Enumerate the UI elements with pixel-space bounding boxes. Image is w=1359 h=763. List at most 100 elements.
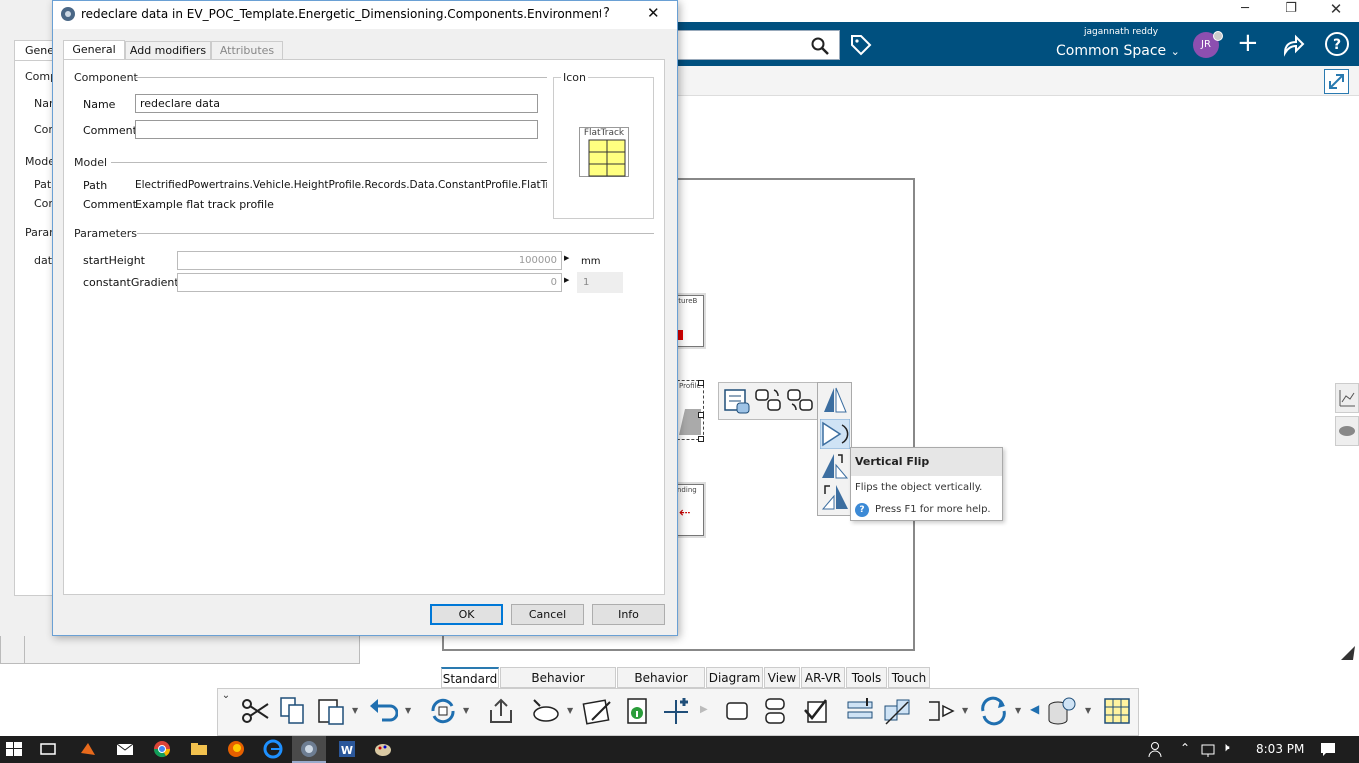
toolbar-tab-behavior-authoring[interactable]: Behavior Authoring — [500, 667, 616, 705]
sync-icon[interactable] — [978, 696, 1008, 726]
name-field[interactable]: redeclare data — [135, 94, 538, 113]
space-label: Common Space — [1056, 43, 1167, 59]
reconnect-icon[interactable] — [786, 386, 816, 416]
align-icon[interactable] — [882, 696, 912, 726]
toolbar-tab-view[interactable]: View — [764, 667, 800, 688]
horizontal-flip-icon[interactable] — [820, 451, 850, 481]
toolbar-tab-touch[interactable]: Touch — [888, 667, 930, 688]
info-button[interactable]: Info — [592, 604, 665, 625]
collapse-toolbar-icon[interactable]: ⌄ — [219, 690, 233, 734]
update-dropdown-icon[interactable]: ▼ — [463, 706, 469, 715]
tray-expand-icon[interactable]: ⌃ — [1180, 741, 1190, 755]
start-height-input[interactable]: 100000 — [177, 251, 562, 270]
matlab-icon[interactable] — [78, 739, 98, 759]
3dexperience-icon[interactable] — [299, 739, 319, 759]
divider — [24, 636, 25, 664]
properties-icon[interactable] — [722, 386, 752, 416]
database-icon[interactable] — [1046, 696, 1076, 726]
update-icon[interactable] — [428, 696, 458, 726]
constant-gradient-input[interactable]: 0 — [177, 273, 562, 292]
sync-dropdown-icon[interactable]: ▼ — [1015, 706, 1021, 715]
maximize-icon[interactable]: ❐ — [1281, 1, 1301, 16]
ok-button[interactable]: OK — [430, 604, 503, 625]
close-button[interactable]: ✕ — [647, 4, 660, 22]
help-icon[interactable]: ? — [1324, 31, 1350, 57]
bg-label: Mode — [25, 155, 55, 168]
network-icon[interactable] — [1199, 739, 1219, 759]
toolbar-tab-ar-vr[interactable]: AR-VR — [801, 667, 845, 688]
export-icon[interactable] — [486, 696, 516, 726]
previous-arrow-icon[interactable]: ◀ — [1030, 702, 1039, 716]
word-icon[interactable]: W — [337, 739, 357, 759]
toolbar-tab-diagram[interactable]: Diagram — [706, 667, 763, 688]
minimize-icon[interactable]: ─ — [1235, 1, 1255, 16]
comment-field[interactable] — [135, 120, 538, 139]
copy-icon[interactable] — [278, 696, 308, 726]
action-center-icon[interactable] — [1318, 739, 1338, 759]
start-height-unit: mm — [581, 256, 601, 267]
close-app-icon[interactable]: ✕ — [1326, 0, 1346, 18]
paint-icon[interactable] — [373, 739, 393, 759]
divider — [137, 233, 654, 234]
more-arrow-icon[interactable]: ▶ — [700, 704, 708, 715]
paste-icon[interactable] — [316, 696, 346, 726]
undo-icon[interactable] — [368, 696, 398, 726]
file-explorer-icon[interactable] — [189, 739, 209, 759]
info-document-icon[interactable] — [623, 696, 653, 726]
help-button[interactable]: ? — [603, 6, 610, 21]
comment-panel-icon[interactable] — [1335, 416, 1359, 446]
paste-dropdown-icon[interactable]: ▼ — [352, 706, 358, 715]
behavior-tool-icon[interactable] — [530, 696, 560, 726]
toolbar-tab-standard[interactable]: Standard — [441, 667, 499, 688]
param-menu-arrow-icon[interactable]: ▶ — [564, 254, 569, 262]
simulation-dropdown-icon[interactable]: ▼ — [962, 706, 968, 715]
space-selector[interactable]: Common Space ⌄ — [1056, 43, 1180, 59]
rectangle-icon[interactable] — [722, 696, 752, 726]
tab-attributes[interactable]: Attributes — [211, 41, 283, 60]
grid-icon[interactable] — [1102, 696, 1132, 726]
model-comment-value: Example flat track profile — [135, 198, 274, 211]
flip-menu-icon[interactable] — [820, 385, 850, 415]
behavior-dropdown-icon[interactable]: ▼ — [567, 706, 573, 715]
people-icon[interactable] — [1147, 739, 1167, 759]
resize-handle[interactable] — [698, 380, 704, 386]
volume-muted-icon[interactable]: 🕨 — [1222, 740, 1230, 755]
tab-add-modifiers[interactable]: Add modifiers — [125, 41, 211, 60]
help-circle-icon: ? — [855, 503, 869, 517]
edit-parameters-icon[interactable] — [582, 696, 612, 726]
icon-section-title: Icon — [561, 71, 588, 84]
collapse-icon[interactable] — [1324, 69, 1349, 94]
mail-icon[interactable] — [115, 739, 135, 759]
rotate-flip-icon[interactable] — [820, 482, 850, 512]
toolbar-tab-behavior-tools[interactable]: Behavior Tools — [617, 667, 705, 705]
resize-handle[interactable] — [698, 436, 704, 442]
add-icon[interactable]: + — [1237, 28, 1259, 58]
chrome-icon[interactable] — [152, 739, 172, 759]
check-icon[interactable] — [802, 696, 832, 726]
vertical-flip-icon[interactable] — [820, 419, 850, 449]
edge-icon[interactable] — [263, 739, 283, 759]
firefox-icon[interactable] — [226, 739, 246, 759]
tab-general[interactable]: General — [63, 40, 125, 60]
undo-dropdown-icon[interactable]: ▼ — [405, 706, 411, 715]
toolbar-tab-tools[interactable]: Tools — [846, 667, 887, 688]
layout-icon[interactable] — [845, 696, 875, 726]
windows-start-icon[interactable] — [4, 739, 24, 759]
split-icon[interactable] — [760, 696, 790, 726]
taskbar-clock[interactable]: 8:03 PM — [1256, 742, 1304, 756]
search-icon[interactable] — [810, 36, 830, 56]
task-view-icon[interactable] — [38, 739, 58, 759]
chart-panel-icon[interactable] — [1335, 383, 1359, 413]
move-add-icon[interactable] — [660, 696, 690, 726]
connect-icon[interactable] — [754, 386, 784, 416]
tag-icon[interactable] — [849, 33, 873, 57]
cut-icon[interactable] — [240, 696, 270, 726]
param-menu-arrow-icon[interactable]: ▶ — [564, 276, 569, 284]
car-icon: ⇠ — [679, 505, 691, 521]
resize-handle[interactable] — [698, 412, 704, 418]
simulation-icon[interactable] — [925, 696, 955, 726]
resize-grip-icon[interactable] — [1339, 644, 1357, 662]
cancel-button[interactable]: Cancel — [511, 604, 584, 625]
share-icon[interactable] — [1281, 33, 1305, 57]
database-dropdown-icon[interactable]: ▼ — [1085, 706, 1091, 715]
